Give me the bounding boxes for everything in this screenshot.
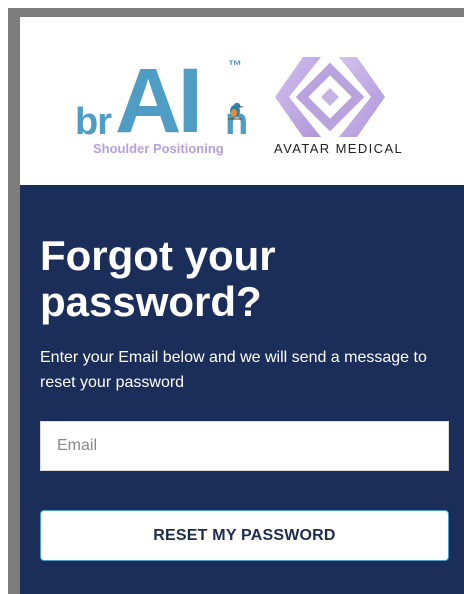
- instructions-text: Enter your Email below and we will send …: [40, 349, 427, 391]
- window-shadow-left: [8, 8, 20, 594]
- trademark-symbol: ™: [228, 57, 242, 73]
- avatar-medical-wordmark: AVATAR MEDICAL: [274, 141, 404, 156]
- avatar-medical-logo-mark: [275, 57, 385, 137]
- brain-logo: br AI n ™ Shoulder Positioning: [75, 50, 260, 157]
- window-shadow-top: [8, 8, 464, 17]
- email-field[interactable]: [40, 421, 449, 471]
- kingfisher-bird-icon: [228, 102, 245, 122]
- forgot-password-card: br AI n ™ Shoulder Positioning AVATAR ME…: [20, 17, 464, 594]
- reset-password-button[interactable]: RESET MY PASSWORD: [40, 510, 449, 561]
- page: br AI n ™ Shoulder Positioning AVATAR ME…: [0, 0, 464, 594]
- logo-header: br AI n ™ Shoulder Positioning AVATAR ME…: [20, 17, 464, 185]
- brain-tagline: Shoulder Positioning: [93, 141, 224, 156]
- brain-logo-prefix: br: [75, 101, 112, 143]
- brain-logo-core: AI: [115, 50, 203, 152]
- page-title: Forgot your password?: [40, 232, 276, 325]
- reset-form-panel: Forgot your password? Enter your Email b…: [20, 185, 464, 594]
